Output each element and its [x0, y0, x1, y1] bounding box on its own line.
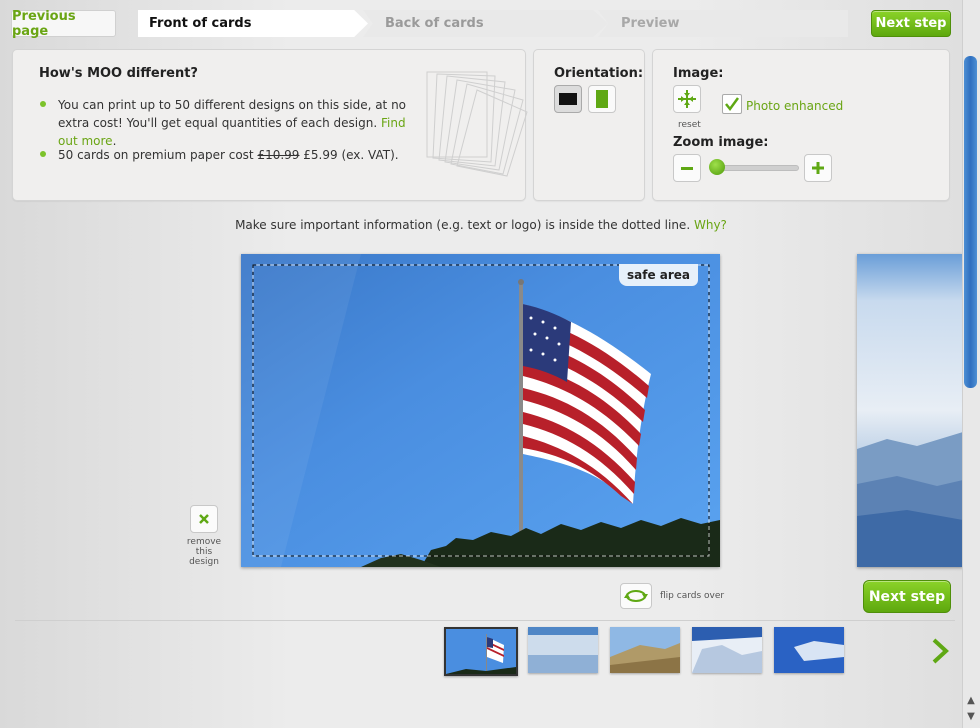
thumbnail-clouds[interactable] — [528, 627, 598, 673]
flip-icon — [624, 590, 648, 602]
card-front-preview[interactable]: safe area — [241, 254, 720, 567]
new-price: £5.99 (ex. VAT). — [303, 148, 399, 162]
safe-area-notice: Make sure important information (e.g. te… — [235, 218, 727, 232]
chevron-right-icon[interactable] — [930, 637, 952, 665]
orientation-title: Orientation: — [554, 66, 644, 81]
zoom-in-button[interactable] — [804, 154, 832, 182]
zoom-title: Zoom image: — [673, 135, 769, 150]
step-front-of-cards[interactable]: Front of cards — [138, 10, 368, 37]
thumbnail-clouds-image — [528, 627, 598, 673]
reset-label: reset — [678, 120, 701, 130]
thumbnail-flag-image — [446, 629, 516, 674]
landscape-icon — [559, 93, 577, 105]
thumbnail-hill[interactable] — [610, 627, 680, 673]
portrait-orientation-button[interactable] — [588, 85, 616, 113]
step-breadcrumb: Front of cards Back of cards Preview — [138, 10, 848, 37]
thumbnail-sea[interactable] — [774, 627, 844, 673]
thumbnail-snow-image — [692, 627, 762, 673]
flip-cards-label[interactable]: flip cards over — [660, 591, 724, 601]
remove-design-label: remove this design — [186, 537, 222, 567]
thumbnail-flag[interactable] — [444, 627, 518, 676]
close-icon — [199, 514, 209, 524]
price-info-text: 50 cards on premium paper cost £10.99 £5… — [58, 148, 399, 162]
flip-cards-button[interactable] — [620, 583, 652, 609]
orientation-panel: Orientation: — [533, 49, 645, 201]
zoom-slider-handle[interactable] — [709, 159, 725, 175]
photo-enhanced-label[interactable]: Photo enhanced — [746, 99, 843, 113]
flag-photo — [241, 254, 720, 567]
minus-icon — [681, 167, 693, 170]
remove-design-button[interactable] — [190, 505, 218, 533]
safe-area-badge: safe area — [619, 264, 698, 286]
step-preview[interactable]: Preview — [598, 10, 848, 37]
info-panel: How's MOO different? You can print up to… — [12, 49, 528, 201]
image-panel: Image: reset Photo enhanced Zoom image: — [652, 49, 950, 201]
designs-info-text: You can print up to 50 different designs… — [58, 98, 407, 148]
checkmark-icon — [725, 97, 740, 112]
old-price: £10.99 — [257, 148, 300, 162]
thumbnail-snow[interactable] — [692, 627, 762, 673]
next-step-button-top[interactable]: Next step — [871, 10, 951, 37]
zoom-out-button[interactable] — [673, 154, 701, 182]
info-title: How's MOO different? — [39, 66, 198, 81]
step-back-of-cards[interactable]: Back of cards — [363, 10, 608, 37]
reset-icon — [678, 90, 696, 108]
photo-enhanced-checkbox[interactable] — [722, 94, 742, 114]
scrollbar-thumb[interactable] — [964, 56, 977, 388]
next-step-button-bottom[interactable]: Next step — [863, 580, 951, 613]
next-card-preview[interactable] — [857, 254, 963, 567]
image-title: Image: — [673, 66, 724, 81]
why-link[interactable]: Why? — [694, 218, 727, 232]
cards-stack-illustration — [426, 71, 528, 177]
mountain-photo — [857, 254, 963, 567]
bullet-dot — [40, 151, 46, 157]
bullet-dot — [40, 101, 46, 107]
plus-icon — [812, 162, 824, 174]
reset-image-button[interactable] — [673, 85, 701, 113]
landscape-orientation-button[interactable] — [554, 85, 582, 113]
thumbnail-sea-image — [774, 627, 844, 673]
scroll-up-arrow-icon[interactable]: ▲ — [964, 694, 978, 708]
divider — [15, 620, 955, 621]
previous-page-button[interactable]: Previous page — [11, 9, 116, 39]
thumbnail-hill-image — [610, 627, 680, 673]
scroll-down-arrow-icon[interactable]: ▼ — [964, 710, 978, 724]
portrait-icon — [596, 90, 608, 108]
